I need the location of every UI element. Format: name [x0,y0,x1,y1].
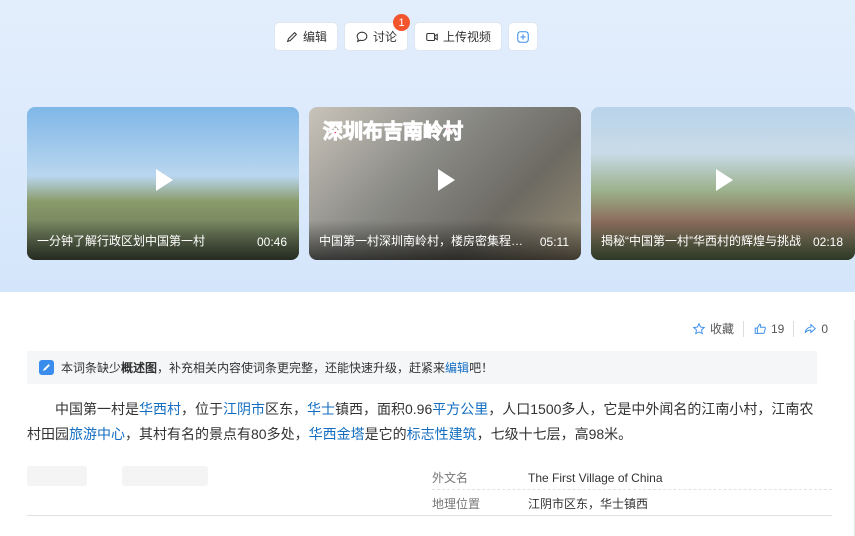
video-card[interactable]: 一分钟了解行政区划中国第一村 00:46 [27,107,299,260]
infobox-row: 地理位置 江阴市区东，华士镇西 [432,492,832,516]
divider [27,515,832,516]
link-jiangyin[interactable]: 江阴市 [223,401,265,417]
share-button[interactable]: 0 [794,322,837,336]
upload-video-label: 上传视频 [443,30,492,44]
video-duration: 00:46 [256,235,287,249]
chat-bubble-icon [356,31,368,42]
video-title: 揭秘“中国第一村”华西村的辉煌与挑战 [601,234,801,248]
plus-square-icon [517,30,529,43]
discuss-count-badge: 1 [393,14,411,31]
notice-bold: 概述图 [121,361,158,375]
edit-label: 编辑 [303,30,328,44]
link-huashi[interactable]: 华士 [307,401,335,417]
summary-text: ，七级十七层，高98米。 [476,426,633,442]
infobox-label: 外文名 [432,471,469,485]
share-count: 0 [821,321,828,336]
notice-middle: ，补充相关内容使词条更完整，还能快速升级，赶紧来 [157,361,446,375]
video-camera-icon [426,32,438,41]
link-square-km[interactable]: 平方公里 [432,401,488,417]
infobox-value: The First Village of China [528,470,663,485]
like-count: 19 [770,321,785,336]
play-icon [438,168,455,191]
link-huaxi-golden-tower[interactable]: 华西金塔 [309,426,365,442]
play-icon [156,168,173,191]
infobox-value: 江阴市区东，华士镇西 [528,497,649,511]
link-huaxi-village[interactable]: 华西村 [139,401,181,417]
link-tourism-center[interactable]: 旅游中心 [69,426,125,442]
placeholder-block [122,466,208,486]
notice-prefix: 本词条缺少 [61,361,122,375]
thumbs-up-icon [754,323,766,334]
video-card[interactable]: 深圳布吉南岭村 中国第一村深圳南岭村，楼房密集程… 05:11 [309,107,581,260]
edit-button[interactable]: 编辑 [274,22,339,51]
summary-text: ，位于 [181,401,223,417]
toolbar: 编辑 讨论 1 上传视频 [274,14,539,51]
summary-paragraph: 中国第一村是华西村，位于江阴市区东，华士镇西，面积0.96平方公里，人口1500… [27,397,827,447]
summary-text: 是它的 [364,426,407,442]
summary-text: 镇西，面积0.96 [335,401,433,417]
share-icon [805,323,817,334]
video-list: 一分钟了解行政区划中国第一村 00:46 深圳布吉南岭村 中国第一村深圳南岭村，… [27,107,855,260]
placeholder-block [27,466,87,486]
link-landmark-building[interactable]: 标志性建筑 [407,426,477,442]
discuss-button[interactable]: 讨论 1 [344,14,411,51]
pencil-icon [286,31,298,42]
infobox-label: 地理位置 [432,497,481,511]
infobox-row: 外文名 The First Village of China [432,466,832,490]
video-card[interactable]: 揭秘“中国第一村”华西村的辉煌与挑战 02:18 [591,107,855,260]
missing-image-notice: 本词条缺少 概述图 ，补充相关内容使词条更完整，还能快速升级，赶紧来 编辑 吧！ [27,351,817,384]
summary-text: 区东， [265,401,307,417]
favorite-label: 收藏 [709,322,734,336]
favorite-button[interactable]: 收藏 [683,320,743,337]
star-icon [692,322,706,335]
video-title: 一分钟了解行政区划中国第一村 [37,234,206,248]
upload-video-button[interactable]: 上传视频 [414,22,503,51]
notice-edit-link[interactable]: 编辑 [445,359,469,376]
play-icon [716,168,733,191]
infobox: 外文名 The First Village of China 地理位置 江阴市区… [432,466,832,516]
video-title: 中国第一村深圳南岭村，楼房密集程… [319,234,524,248]
discuss-label: 讨论 [373,30,398,44]
summary-text: 中国第一村是 [55,401,139,417]
video-banner: 编辑 讨论 1 上传视频 一分钟了解行政区划中国第一村 00:46 深圳布吉南岭… [0,0,855,292]
video-duration: 02:18 [812,235,843,249]
video-overlay-text: 深圳布吉南岭村 [323,121,464,144]
summary-text: ，其村有名的景点有80多处， [125,426,309,442]
video-duration: 05:11 [539,235,569,249]
pencil-icon [39,360,54,375]
notice-suffix: 吧！ [469,361,494,375]
add-button[interactable] [508,22,539,51]
like-button[interactable]: 19 [744,322,793,336]
entry-actions: 收藏 19 0 [683,320,837,337]
